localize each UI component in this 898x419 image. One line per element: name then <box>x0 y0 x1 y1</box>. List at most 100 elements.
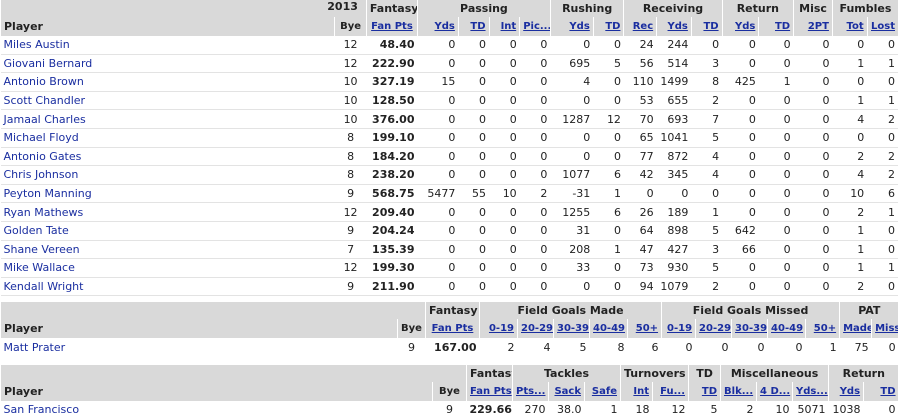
col-fgm-0-19[interactable]: 0-19 <box>480 319 518 338</box>
stat-cell: 0 <box>722 184 759 203</box>
col-fgx-40-49[interactable]: 40-49 <box>768 319 806 338</box>
stat-cell: 184.20 <box>366 147 417 166</box>
player-name-link[interactable]: Matt Prater <box>1 338 398 356</box>
player-name-link[interactable]: Peyton Manning <box>1 184 335 203</box>
stat-cell: 1 <box>759 73 794 92</box>
stat-cell: 0 <box>624 184 657 203</box>
player-name-link[interactable]: Ryan Mathews <box>1 203 335 222</box>
col-ret-td[interactable]: TD <box>759 17 794 36</box>
stat-cell: 0 <box>759 91 794 110</box>
col-fgm-40-49[interactable]: 40-49 <box>590 319 628 338</box>
col-fgm-50[interactable]: 50+ <box>628 319 662 338</box>
stat-cell: 10 <box>335 110 367 129</box>
col-blk-kick[interactable]: Blk... <box>721 382 757 401</box>
stat-cell: 0 <box>832 128 867 147</box>
stat-cell: 0 <box>458 54 489 73</box>
col-safety[interactable]: Safe <box>585 382 621 401</box>
stat-cell: 0 <box>759 259 794 278</box>
stat-cell: 10 <box>489 184 520 203</box>
player-name-link[interactable]: Antonio Gates <box>1 147 335 166</box>
col-rec[interactable]: Rec <box>624 17 657 36</box>
stat-cell: 10 <box>757 401 793 419</box>
col-fan-pts-k[interactable]: Fan Pts <box>426 319 480 338</box>
player-name-link[interactable]: San Francisco <box>1 401 433 419</box>
stat-cell: 8 <box>335 128 367 147</box>
col-fgx-20-29[interactable]: 20-29 <box>696 319 732 338</box>
col-yds-allowed[interactable]: Yds... <box>793 382 829 401</box>
col-fum-lost[interactable]: Lost <box>867 17 898 36</box>
stat-cell: 376.00 <box>366 110 417 129</box>
stat-cell: 31 <box>550 221 593 240</box>
stat-cell: 0 <box>458 166 489 185</box>
stat-cell: 47 <box>624 240 657 259</box>
col-pat-made[interactable]: Made <box>840 319 872 338</box>
stat-cell: 930 <box>657 259 692 278</box>
col-4th-down[interactable]: 4 D... <box>757 382 793 401</box>
player-name-link[interactable]: Scott Chandler <box>1 91 335 110</box>
group-tackles: Tackles <box>513 365 621 382</box>
col-ret-yds[interactable]: Yds <box>722 17 759 36</box>
player-name-link[interactable]: Mike Wallace <box>1 259 335 278</box>
stat-cell: 110 <box>624 73 657 92</box>
col-sack[interactable]: Sack <box>549 382 585 401</box>
col-fan-pts-d[interactable]: Fan Pts <box>467 382 513 401</box>
stat-cell: 1 <box>832 54 867 73</box>
player-name-link[interactable]: Kendall Wright <box>1 277 335 296</box>
stat-cell: 0 <box>759 147 794 166</box>
player-name-link[interactable]: Jamaal Charles <box>1 110 335 129</box>
col-2pt[interactable]: 2PT <box>794 17 833 36</box>
stat-cell: 2 <box>832 147 867 166</box>
col-fum-tot[interactable]: Tot <box>832 17 867 36</box>
stat-cell: 0 <box>593 128 624 147</box>
col-fgx-30-39[interactable]: 30-39 <box>732 319 768 338</box>
player-name-link[interactable]: Giovani Bernard <box>1 54 335 73</box>
player-name-link[interactable]: Miles Austin <box>1 36 335 54</box>
stat-cell: 0 <box>489 91 520 110</box>
player-name-link[interactable]: Chris Johnson <box>1 166 335 185</box>
col-def-td[interactable]: TD <box>689 382 721 401</box>
stat-cell: 0 <box>593 277 624 296</box>
stat-cell: 0 <box>794 36 833 54</box>
col-rec-td[interactable]: TD <box>691 17 722 36</box>
col-pat-miss[interactable]: Miss <box>872 319 898 338</box>
stat-cell: 6 <box>867 184 898 203</box>
stat-cell: 1 <box>593 184 624 203</box>
stat-cell: 0 <box>520 73 551 92</box>
col-fgx-50[interactable]: 50+ <box>806 319 840 338</box>
table-row: Miles Austin1248.4000000024244000000 <box>1 36 898 54</box>
col-def-int[interactable]: Int <box>621 382 653 401</box>
col-fan-pts[interactable]: Fan Pts <box>366 17 417 36</box>
stat-cell: 0 <box>520 277 551 296</box>
col-ret-td-d[interactable]: TD <box>864 382 898 401</box>
player-name-link[interactable]: Antonio Brown <box>1 73 335 92</box>
stat-cell: 0 <box>458 73 489 92</box>
stat-cell: 0 <box>489 54 520 73</box>
player-name-link[interactable]: Shane Vereen <box>1 240 335 259</box>
stat-cell: 0 <box>759 36 794 54</box>
col-pass-pick6[interactable]: Pic... <box>520 17 551 36</box>
col-rush-yds[interactable]: Yds <box>550 17 593 36</box>
stat-cell: 0 <box>489 36 520 54</box>
col-fgm-30-39[interactable]: 30-39 <box>554 319 590 338</box>
col-pass-td[interactable]: TD <box>458 17 489 36</box>
stat-cell: 0 <box>593 147 624 166</box>
stat-cell: 0 <box>867 36 898 54</box>
col-ret-yds-d[interactable]: Yds <box>829 382 864 401</box>
col-fgx-0-19[interactable]: 0-19 <box>662 319 696 338</box>
col-fum-rec[interactable]: Fu... <box>653 382 689 401</box>
group-passing: Passing <box>418 0 551 17</box>
stat-cell: 66 <box>722 240 759 259</box>
col-pass-int[interactable]: Int <box>489 17 520 36</box>
stat-cell: 0 <box>832 36 867 54</box>
table-row: Peyton Manning9568.75547755102-311000000… <box>1 184 898 203</box>
col-pts-allowed[interactable]: Pts... <box>513 382 549 401</box>
stat-cell: 0 <box>832 73 867 92</box>
col-fgm-20-29[interactable]: 20-29 <box>518 319 554 338</box>
player-name-link[interactable]: Michael Floyd <box>1 128 335 147</box>
col-rush-td[interactable]: TD <box>593 17 624 36</box>
col-pass-yds[interactable]: Yds <box>418 17 459 36</box>
stat-cell: 0 <box>794 184 833 203</box>
table-row: Chris Johnson8238.2000001077642345400042 <box>1 166 898 185</box>
col-rec-yds[interactable]: Yds <box>657 17 692 36</box>
player-name-link[interactable]: Golden Tate <box>1 221 335 240</box>
